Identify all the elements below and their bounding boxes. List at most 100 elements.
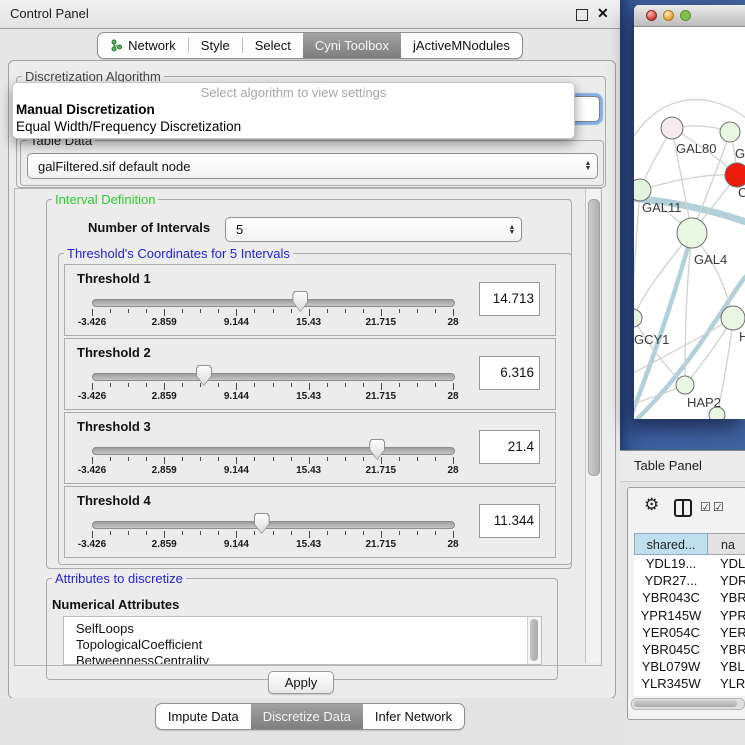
tab-infer-network[interactable]: Infer Network xyxy=(363,704,464,729)
tab-discretize-data[interactable]: Discretize Data xyxy=(251,704,363,729)
cell-shared-name[interactable]: YBR043C xyxy=(634,590,708,605)
table-data-combobox[interactable]: galFiltered.sif default node ▲▼ xyxy=(27,153,598,179)
tick-mark xyxy=(417,383,418,387)
attribute-list-item[interactable]: TopologicalCoefficient xyxy=(76,637,202,653)
minimize-traffic-light-icon[interactable] xyxy=(663,10,674,21)
threshold-value-field[interactable]: 11.344 xyxy=(479,504,540,538)
threshold-value-field[interactable]: 6.316 xyxy=(479,356,540,390)
tick-mark xyxy=(291,457,292,461)
tab-select[interactable]: Select xyxy=(243,33,303,58)
list-vertical-scrollbar[interactable] xyxy=(527,617,541,664)
cell-name[interactable]: YBR0 xyxy=(720,590,745,605)
tick-mark xyxy=(291,383,292,387)
tick-label: 9.144 xyxy=(208,391,264,402)
interval-definition-label: Interval Definition xyxy=(52,192,158,207)
column-header-name[interactable]: na xyxy=(708,533,745,555)
network-node[interactable] xyxy=(677,218,707,248)
tick-mark xyxy=(164,309,165,316)
tab-jactivemnodules[interactable]: jActiveMNodules xyxy=(401,33,522,58)
combo-spinner-icon[interactable]: ▲▼ xyxy=(503,225,521,235)
tick-mark xyxy=(236,309,237,316)
network-node[interactable] xyxy=(720,122,740,142)
option-equal-width-frequency[interactable]: Equal Width/Frequency Discretization xyxy=(16,119,241,134)
option-manual-discretization[interactable]: Manual Discretization xyxy=(16,102,155,117)
slider-thumb[interactable] xyxy=(254,513,270,534)
float-window-icon[interactable] xyxy=(576,9,588,21)
network-node[interactable] xyxy=(634,309,642,327)
cell-shared-name[interactable]: YIL052C xyxy=(634,694,708,696)
cell-name[interactable]: YER0 xyxy=(720,625,745,640)
columns-icon[interactable] xyxy=(674,499,692,517)
apply-button[interactable]: Apply xyxy=(268,671,334,694)
slider-track[interactable] xyxy=(92,447,455,455)
table-row[interactable]: YER054C YER0 xyxy=(634,625,745,642)
network-node[interactable] xyxy=(634,179,651,201)
table-row[interactable]: YBR045C YBR0 xyxy=(634,642,745,659)
top-tabstrip: Network Style Select Cyni Toolbox jActiv… xyxy=(0,29,620,60)
numerical-attributes-list[interactable]: SelfLoopsTopologicalCoefficientBetweenne… xyxy=(63,616,542,665)
threshold-value-field[interactable]: 14.713 xyxy=(479,282,540,316)
tick-mark xyxy=(363,383,364,387)
cell-shared-name[interactable]: YDL19... xyxy=(634,556,708,571)
cell-shared-name[interactable]: YLR345W xyxy=(634,676,708,691)
cell-name[interactable]: YBL0 xyxy=(720,659,745,674)
network-node[interactable] xyxy=(721,306,745,330)
cell-name[interactable]: YPR1 xyxy=(720,608,745,623)
scrollbar-thumb[interactable] xyxy=(588,199,600,476)
horizontal-scrollbar[interactable] xyxy=(631,698,745,710)
cell-shared-name[interactable]: YPR145W xyxy=(634,608,708,623)
close-icon[interactable]: ✕ xyxy=(597,5,609,22)
slider-thumb[interactable] xyxy=(369,439,385,460)
cell-name[interactable]: YBR0 xyxy=(720,642,745,657)
column-header-shared-name[interactable]: shared... xyxy=(634,533,708,555)
scrollbar-thumb[interactable] xyxy=(634,700,737,707)
table-row[interactable]: YBR043C YBR0 xyxy=(634,590,745,607)
cell-shared-name[interactable]: YBL079W xyxy=(634,659,708,674)
table-row[interactable]: YLR345W YLR3 xyxy=(634,676,745,693)
tick-mark xyxy=(417,531,418,535)
threshold-value-field[interactable]: 21.4 xyxy=(479,430,540,464)
slider-track[interactable] xyxy=(92,299,455,307)
cell-name[interactable]: YDR2 xyxy=(720,573,745,588)
slider-track[interactable] xyxy=(92,373,455,381)
tab-style[interactable]: Style xyxy=(189,33,242,58)
close-traffic-light-icon[interactable] xyxy=(646,10,657,21)
vertical-scrollbar[interactable] xyxy=(585,189,600,663)
tick-mark xyxy=(146,457,147,461)
table-row[interactable]: YDL19... YDL1 xyxy=(634,556,745,573)
cell-shared-name[interactable]: YER054C xyxy=(634,625,708,640)
attribute-list-item[interactable]: SelfLoops xyxy=(76,621,134,637)
cell-name[interactable]: YDL1 xyxy=(720,556,745,571)
network-window-titlebar[interactable] xyxy=(634,5,745,27)
attribute-list-item[interactable]: BetweennessCentrality xyxy=(76,653,209,665)
table-row[interactable]: YPR145W YPR1 xyxy=(634,608,745,625)
table-row[interactable]: YIL052C YIL0 xyxy=(634,694,745,696)
checkbox-icon[interactable]: ☑ xyxy=(700,500,711,514)
network-canvas[interactable]: GAL80GACGAL11GAL4GCY1HHAP2 xyxy=(634,26,745,419)
algorithm-placeholder-option[interactable]: Select algorithm to view settings xyxy=(13,85,574,100)
tab-cyni-toolbox[interactable]: Cyni Toolbox xyxy=(303,33,401,58)
network-node[interactable] xyxy=(661,117,683,139)
tab-network[interactable]: Network xyxy=(98,33,188,58)
number-of-intervals-combobox[interactable]: 5 ▲▼ xyxy=(225,217,522,242)
zoom-traffic-light-icon[interactable] xyxy=(680,10,691,21)
tab-impute-data[interactable]: Impute Data xyxy=(156,704,251,729)
slider-thumb[interactable] xyxy=(196,365,212,386)
network-node[interactable] xyxy=(725,163,745,187)
combo-spinner-icon[interactable]: ▲▼ xyxy=(579,161,597,171)
cell-name[interactable]: YIL0 xyxy=(720,694,745,696)
scrollbar-thumb[interactable] xyxy=(530,619,538,661)
table-row[interactable]: YDR27... YDR2 xyxy=(634,573,745,590)
node-label: H xyxy=(739,329,745,344)
network-node[interactable] xyxy=(676,376,694,394)
cell-name[interactable]: YLR3 xyxy=(720,676,745,691)
cell-shared-name[interactable]: YBR045C xyxy=(634,642,708,657)
tick-mark xyxy=(146,309,147,313)
slider-track[interactable] xyxy=(92,521,455,529)
cell-shared-name[interactable]: YDR27... xyxy=(634,573,708,588)
tick-label: 15.43 xyxy=(281,465,337,476)
gear-icon[interactable]: ⚙ xyxy=(644,495,659,515)
slider-thumb[interactable] xyxy=(292,291,308,312)
checkbox-icon[interactable]: ☑ xyxy=(713,500,724,514)
table-row[interactable]: YBL079W YBL0 xyxy=(634,659,745,676)
